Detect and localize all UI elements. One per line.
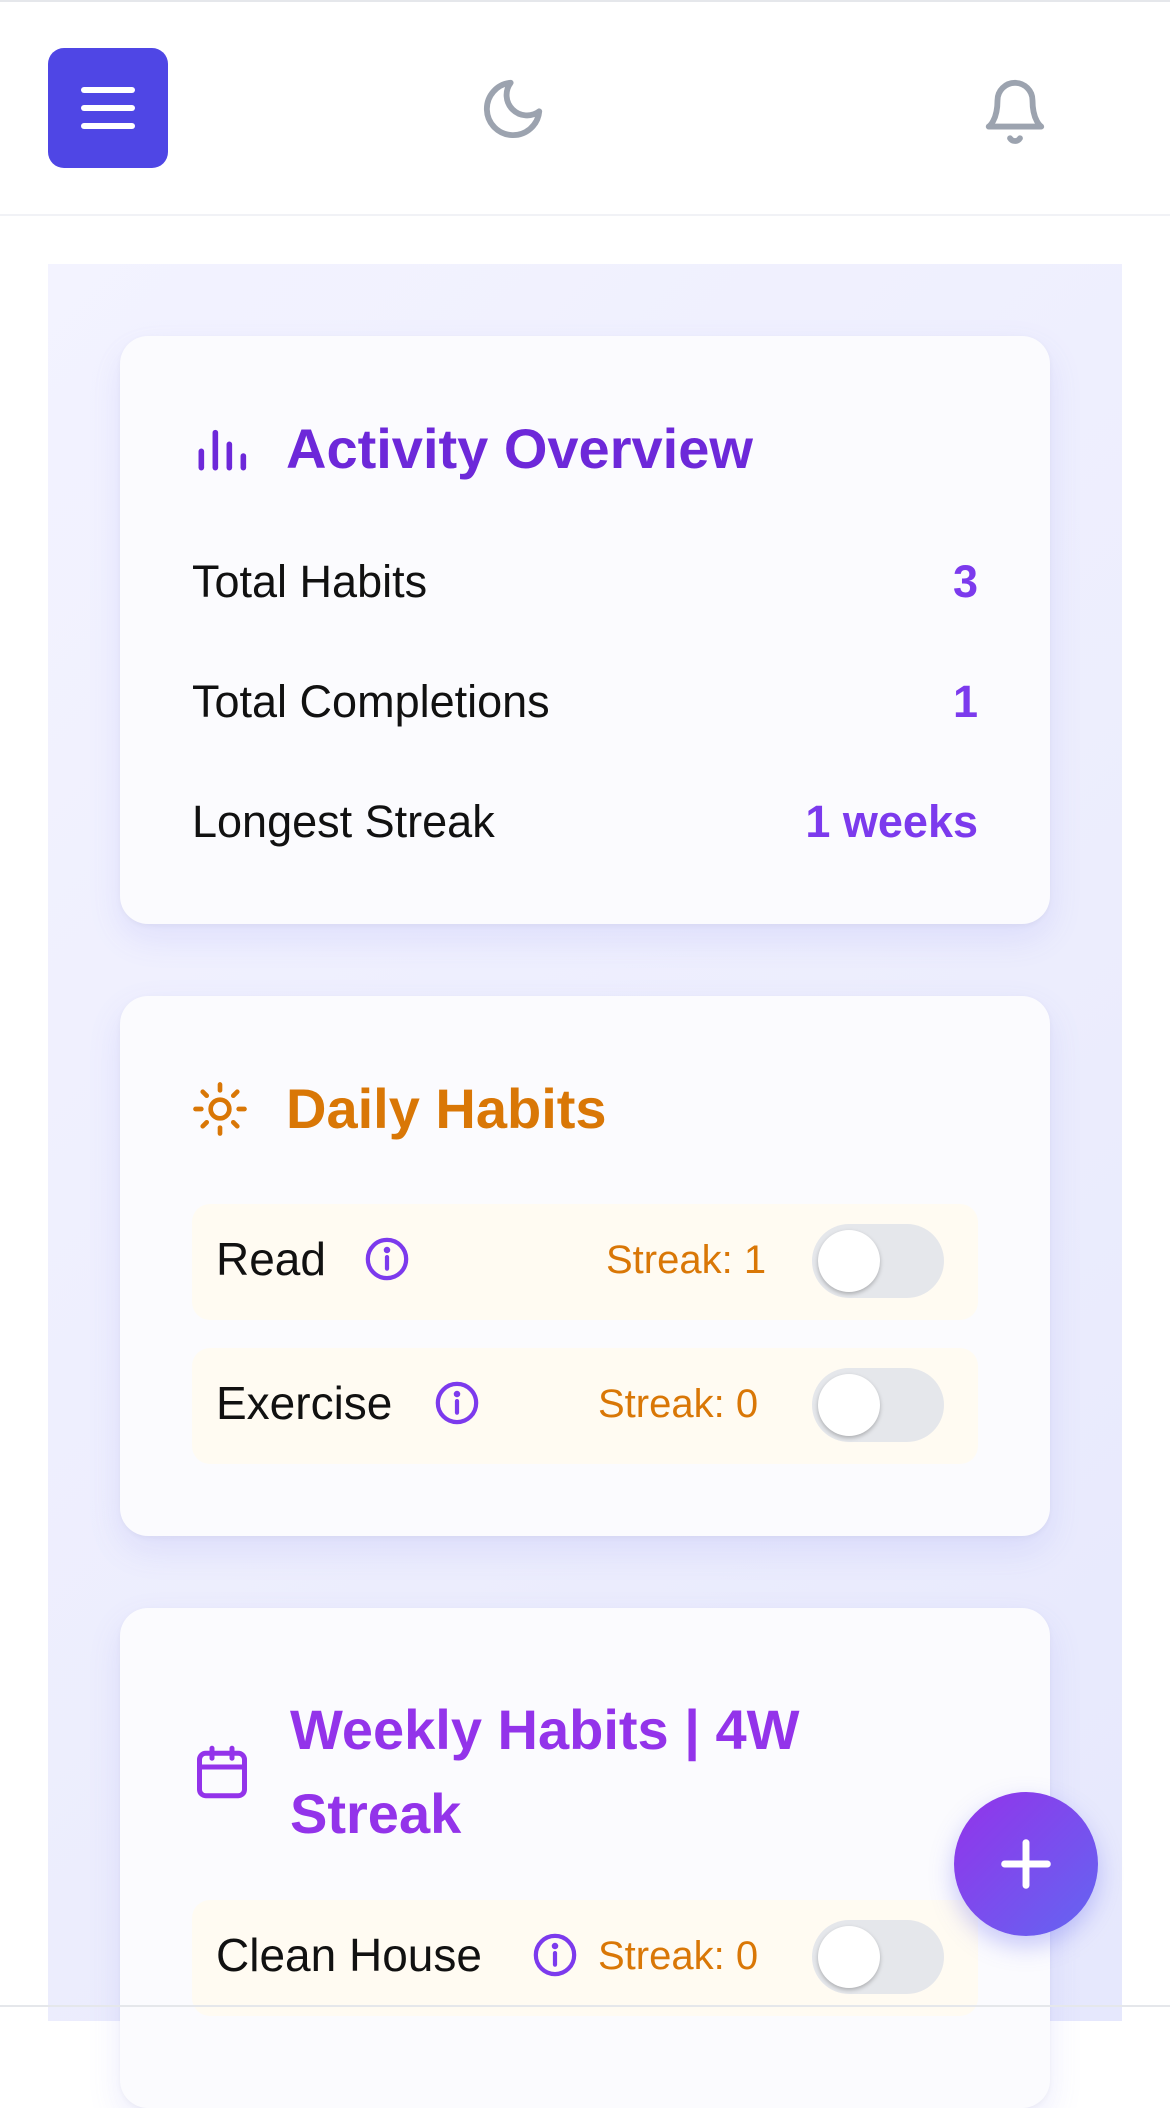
info-icon[interactable] [434, 1380, 480, 1426]
activity-overview-card: Activity Overview Total Habits 3 Total C… [120, 336, 1050, 924]
habit-row-clean-house[interactable]: Clean House Streak: 0 [192, 1900, 978, 2016]
menu-button[interactable] [48, 48, 168, 168]
activity-overview-title: Activity Overview [192, 416, 753, 481]
habit-complete-toggle[interactable] [812, 1224, 944, 1298]
sun-icon [193, 1081, 247, 1136]
stat-row-total-habits: Total Habits 3 [192, 552, 978, 612]
stat-label: Longest Streak [192, 796, 495, 847]
toggle-knob [818, 1230, 880, 1292]
stat-label: Total Habits [192, 556, 428, 607]
app-header [0, 2, 1170, 216]
info-icon[interactable] [532, 1932, 578, 1978]
streak-label: Streak: 0 [598, 1934, 759, 1978]
weekly-habits-title: Weekly Habits | 4W Streak [192, 1688, 799, 1856]
weekly-habits-card: Weekly Habits | 4W Streak Clean House St… [120, 1608, 1050, 2108]
moon-icon[interactable] [478, 74, 548, 144]
habit-name: Clean House [216, 1929, 482, 1981]
stat-row-longest-streak: Longest Streak 1 weeks [192, 792, 978, 852]
stat-label: Total Completions [192, 676, 550, 727]
bottom-border [0, 2005, 1170, 2007]
info-icon[interactable] [364, 1236, 410, 1282]
stat-value: 3 [952, 556, 978, 607]
daily-habits-title: Daily Habits [192, 1076, 607, 1141]
stat-row-total-completions: Total Completions 1 [192, 672, 978, 732]
hamburger-icon [81, 87, 135, 93]
habit-name: Exercise [216, 1377, 393, 1429]
habit-complete-toggle[interactable] [812, 1368, 944, 1442]
streak-label: Streak: 0 [598, 1382, 759, 1426]
habit-name: Read [216, 1233, 326, 1285]
toggle-knob [818, 1926, 880, 1988]
habits-panel: Activity Overview Total Habits 3 Total C… [48, 264, 1122, 2108]
plus-icon [1001, 1839, 1051, 1889]
daily-habits-card: Daily Habits Read Streak: 1 Exercise Str… [120, 996, 1050, 1536]
habit-row-exercise[interactable]: Exercise Streak: 0 [192, 1348, 978, 1464]
habit-row-read[interactable]: Read Streak: 1 [192, 1204, 978, 1320]
bar-chart-icon [198, 429, 247, 470]
stat-value: 1 [952, 676, 978, 727]
habit-complete-toggle[interactable] [812, 1920, 944, 1994]
calendar-icon [197, 1745, 247, 1799]
streak-label: Streak: 1 [606, 1238, 767, 1282]
bell-icon[interactable] [980, 72, 1050, 152]
toggle-knob [818, 1374, 880, 1436]
stat-value: 1 weeks [805, 796, 978, 847]
add-habit-button[interactable] [954, 1792, 1098, 1936]
